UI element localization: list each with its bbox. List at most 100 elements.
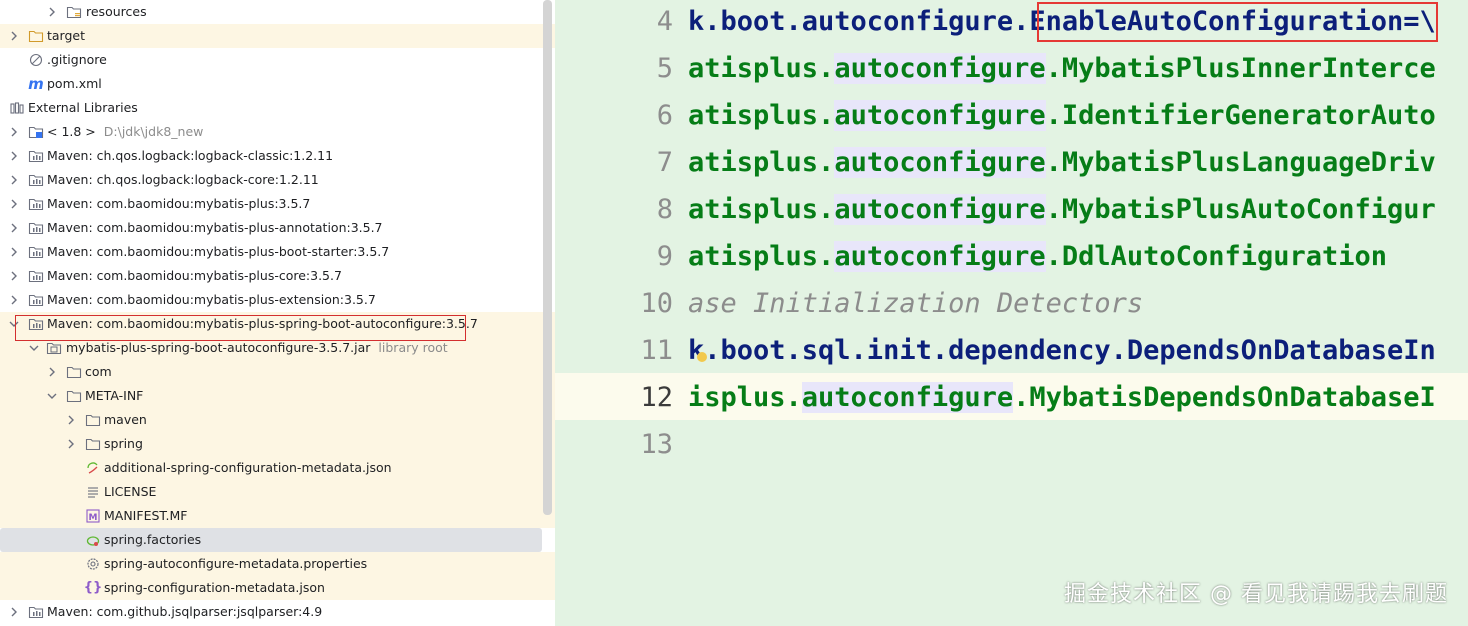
json-braces-icon: {} bbox=[83, 580, 103, 595]
chevron-right-icon[interactable] bbox=[65, 432, 77, 456]
chevron-right-icon[interactable] bbox=[65, 408, 77, 432]
tree-item-label: resources bbox=[86, 4, 147, 19]
library-icon bbox=[28, 172, 44, 188]
tree-item-maven-library[interactable]: Maven: com.github.jsqlparser:jsqlparser:… bbox=[0, 600, 555, 624]
tree-item-manifest[interactable]: M MANIFEST.MF bbox=[0, 504, 555, 528]
code-token-highlighted: autoconfigure bbox=[834, 53, 1046, 84]
lightbulb-icon[interactable] bbox=[697, 352, 707, 362]
tree-item-spring-folder[interactable]: spring bbox=[0, 432, 555, 456]
code-line-9[interactable]: atisplus.autoconfigure.DdlAutoConfigurat… bbox=[688, 233, 1387, 280]
tree-item-resources[interactable]: resources bbox=[0, 0, 555, 24]
line-number-gutter: 4 5 6 7 8 9 10 11 12 13 bbox=[555, 0, 685, 626]
line-number: 5 bbox=[656, 53, 673, 84]
folder-icon bbox=[28, 28, 44, 44]
chevron-right-icon[interactable] bbox=[46, 0, 58, 24]
tree-item-maven-library[interactable]: Maven: com.baomidou:mybatis-plus-annotat… bbox=[0, 216, 555, 240]
folder-icon bbox=[85, 436, 101, 452]
chevron-right-icon[interactable] bbox=[8, 144, 20, 168]
line-number: 11 bbox=[640, 335, 673, 366]
tree-item-configuration-metadata[interactable]: {} spring-configuration-metadata.json bbox=[0, 576, 555, 600]
tree-item-label: .gitignore bbox=[47, 52, 107, 67]
code-token: .MybatisDependsOnDatabaseI bbox=[1013, 382, 1436, 413]
tree-item-maven-library[interactable]: Maven: ch.qos.logback:logback-classic:1.… bbox=[0, 144, 555, 168]
chevron-right-icon[interactable] bbox=[8, 240, 20, 264]
folder-icon bbox=[66, 364, 82, 380]
folder-resources-icon bbox=[66, 4, 82, 20]
watermark: 掘金技术社区 @ 看见我请踢我去刷题 bbox=[1064, 582, 1448, 607]
tree-item-additional-metadata[interactable]: additional-spring-configuration-metadata… bbox=[0, 456, 555, 480]
code-line-5[interactable]: atisplus.autoconfigure.MybatisPlusInnerI… bbox=[688, 45, 1436, 92]
chevron-right-icon[interactable] bbox=[8, 288, 20, 312]
tree-item-label: Maven: com.github.jsqlparser:jsqlparser:… bbox=[47, 604, 323, 619]
chevron-right-icon[interactable] bbox=[8, 600, 20, 624]
tree-item-maven-library[interactable]: Maven: com.baomidou:mybatis-plus-core:3.… bbox=[0, 264, 555, 288]
tree-item-autoconfigure-properties[interactable]: spring-autoconfigure-metadata.properties bbox=[0, 552, 555, 576]
library-icon bbox=[28, 292, 44, 308]
code-token: atisplus. bbox=[688, 147, 835, 178]
tree-item-label: Maven: ch.qos.logback:logback-classic:1.… bbox=[47, 148, 334, 163]
code-token: .MybatisPlusInnerInterce bbox=[1045, 53, 1436, 84]
code-token-highlighted: autoconfigure bbox=[801, 382, 1014, 413]
tree-item-target[interactable]: target bbox=[0, 24, 555, 48]
library-icon bbox=[9, 100, 25, 116]
tree-scrollbar[interactable] bbox=[543, 0, 552, 515]
line-number: 6 bbox=[656, 100, 673, 131]
tree-item-label: Maven: ch.qos.logback:logback-core:1.2.1… bbox=[47, 172, 319, 187]
tree-item-label: maven bbox=[104, 412, 147, 427]
spring-json-icon bbox=[85, 460, 101, 476]
tree-item-label: spring-configuration-metadata.json bbox=[104, 580, 325, 595]
line-number: 10 bbox=[640, 288, 673, 319]
tree-item-gitignore[interactable]: .gitignore bbox=[0, 48, 555, 72]
chevron-right-icon[interactable] bbox=[8, 168, 20, 192]
tree-item-maven-library[interactable]: Maven: ch.qos.logback:logback-core:1.2.1… bbox=[0, 168, 555, 192]
tree-item-jdk[interactable]: < 1.8 > D:\jdk\jdk8_new bbox=[0, 120, 555, 144]
folder-icon bbox=[85, 412, 101, 428]
code-editor[interactable]: 4 5 6 7 8 9 10 11 12 13 k.boot.autoconfi… bbox=[555, 0, 1468, 626]
chevron-right-icon[interactable] bbox=[46, 360, 58, 384]
jar-icon bbox=[46, 340, 62, 356]
library-icon bbox=[28, 148, 44, 164]
tree-item-maven-folder[interactable]: maven bbox=[0, 408, 555, 432]
code-line-10-comment[interactable]: ase Initialization Detectors bbox=[688, 280, 1143, 327]
tree-item-spring-factories[interactable]: spring.factories bbox=[0, 528, 542, 552]
tree-item-com[interactable]: com bbox=[0, 360, 555, 384]
chevron-right-icon[interactable] bbox=[8, 264, 20, 288]
chevron-right-icon[interactable] bbox=[8, 120, 20, 144]
code-line-6[interactable]: atisplus.autoconfigure.IdentifierGenerat… bbox=[688, 92, 1436, 139]
chevron-down-icon[interactable] bbox=[46, 384, 58, 408]
chevron-right-icon[interactable] bbox=[8, 24, 20, 48]
line-number: 4 bbox=[656, 6, 673, 37]
annotation-highlight-box bbox=[1037, 2, 1438, 42]
tree-item-external-libraries[interactable]: External Libraries bbox=[0, 96, 555, 120]
annotation-highlight-box bbox=[15, 315, 466, 341]
properties-gear-icon bbox=[85, 556, 101, 572]
code-token: .MybatisPlusAutoConfigur bbox=[1045, 194, 1436, 225]
tree-item-label: Maven: com.baomidou:mybatis-plus-core:3.… bbox=[47, 268, 342, 283]
maven-icon: m bbox=[28, 75, 44, 93]
chevron-right-icon[interactable] bbox=[8, 192, 20, 216]
tree-item-license[interactable]: LICENSE bbox=[0, 480, 555, 504]
code-token: .DdlAutoConfiguration bbox=[1045, 241, 1388, 272]
library-icon bbox=[28, 244, 44, 260]
code-line-12[interactable]: isplus.autoconfigure.MybatisDependsOnDat… bbox=[688, 374, 1436, 421]
library-icon bbox=[28, 604, 44, 620]
tree-item-maven-library[interactable]: Maven: com.baomidou:mybatis-plus-extensi… bbox=[0, 288, 555, 312]
tree-item-label: Maven: com.baomidou:mybatis-plus-extensi… bbox=[47, 292, 376, 307]
tree-item-pom-xml[interactable]: m pom.xml bbox=[0, 72, 555, 96]
line-number: 13 bbox=[640, 429, 673, 460]
chevron-right-icon[interactable] bbox=[8, 216, 20, 240]
tree-item-label: spring.factories bbox=[104, 532, 202, 547]
manifest-icon: M bbox=[85, 508, 101, 524]
code-line-8[interactable]: atisplus.autoconfigure.MybatisPlusAutoCo… bbox=[688, 186, 1436, 233]
tree-item-maven-library[interactable]: Maven: com.baomidou:mybatis-plus:3.5.7 bbox=[0, 192, 555, 216]
tree-item-label: External Libraries bbox=[28, 100, 138, 115]
tree-item-meta-inf[interactable]: META-INF bbox=[0, 384, 555, 408]
tree-item-label: spring-autoconfigure-metadata.properties bbox=[104, 556, 368, 571]
jar-name: mybatis-plus-spring-boot-autoconfigure-3… bbox=[66, 340, 371, 355]
code-token: atisplus. bbox=[688, 100, 835, 131]
tree-item-label: < 1.8 > D:\jdk\jdk8_new bbox=[47, 120, 203, 144]
code-line-11[interactable]: k.boot.sql.init.dependency.DependsOnData… bbox=[688, 327, 1436, 374]
line-number: 12 bbox=[640, 382, 673, 413]
code-line-7[interactable]: atisplus.autoconfigure.MybatisPlusLangua… bbox=[688, 139, 1436, 186]
tree-item-maven-library[interactable]: Maven: com.baomidou:mybatis-plus-boot-st… bbox=[0, 240, 555, 264]
